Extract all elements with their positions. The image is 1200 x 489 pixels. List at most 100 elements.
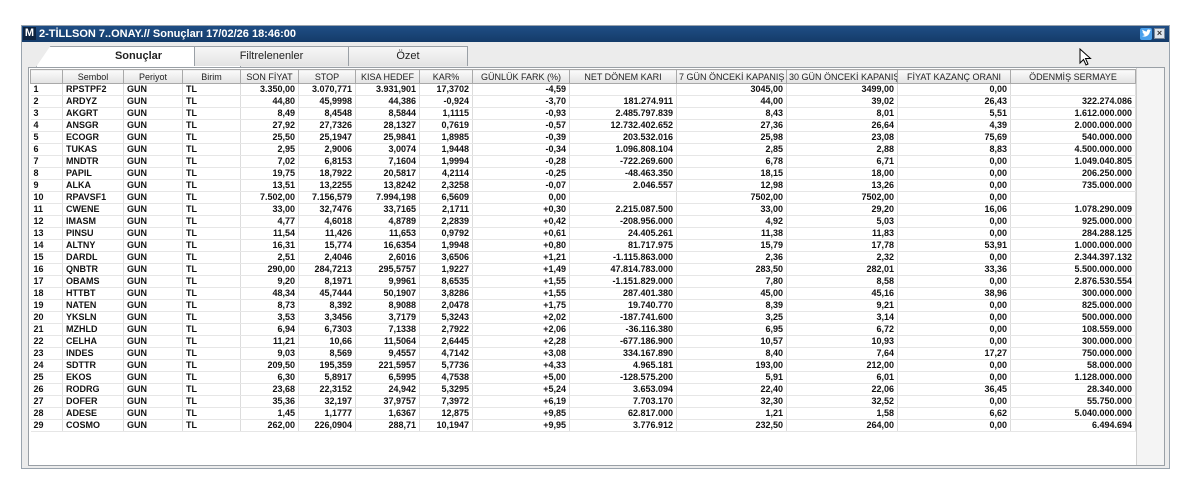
table-cell: 2,88: [786, 143, 898, 156]
column-header[interactable]: FİYAT KAZANÇ ORANI: [897, 69, 1011, 84]
table-row[interactable]: 18 HTTBT GUN TL 48,34 45,7444 50,1907 3,8286 +1,…: [30, 287, 1136, 300]
table-cell: 4,39: [897, 119, 1011, 132]
column-header[interactable]: Birim: [182, 69, 241, 84]
table-row[interactable]: 3 AKGRT GUN TL 8,49 8,4548 8,5844 1,1115 -0,93 2.…: [30, 107, 1136, 120]
table-cell: 16,31: [240, 239, 299, 252]
column-header[interactable]: GÜNLÜK FARK (%): [472, 69, 570, 84]
column-header[interactable]: NET DÖNEM KARI: [569, 69, 677, 84]
table-cell: 3,14: [786, 311, 898, 324]
table-cell: 38,96: [897, 287, 1011, 300]
table-cell: 3.070,771: [298, 83, 356, 96]
table-row[interactable]: 20 YKSLN GUN TL 3,53 3,3456 3,7179 5,3243 +2,02-…: [30, 311, 1136, 324]
table-row[interactable]: 23 INDES GUN TL 9,03 8,569 9,4557 4,7142 +3,08 33…: [30, 347, 1136, 360]
column-header[interactable]: STOP: [298, 69, 356, 84]
table-row[interactable]: 26 RODRG GUN TL 23,68 22,3152 24,942 5,3295 +5,2…: [30, 383, 1136, 396]
table-cell: 44,80: [240, 95, 299, 108]
table-row[interactable]: 9 ALKA GUN TL 13,51 13,2255 13,8242 2,3258 -0,07…: [30, 179, 1136, 192]
table-cell: 18,15: [676, 167, 787, 180]
table-cell: +1,75: [472, 299, 570, 312]
table-cell: TL: [182, 299, 241, 312]
table-row[interactable]: 21 MZHLD GUN TL 6,94 6,7303 7,1338 2,7922 +2,06-…: [30, 323, 1136, 336]
table-cell: 9,03: [240, 347, 299, 360]
table-row[interactable]: 22 CELHA GUN TL 11,21 10,66 11,5064 2,6445 +2,28…: [30, 335, 1136, 348]
table-row[interactable]: 10 RPAVSF1 GUN TL 7.502,00 7.156,579 7.994,198…: [30, 191, 1136, 204]
table-row[interactable]: 14 ALTNY GUN TL 16,31 15,774 16,6354 1,9948 +0,8…: [30, 239, 1136, 252]
table-row[interactable]: 13 PINSU GUN TL 11,54 11,426 11,653 0,9792 +0,61…: [30, 227, 1136, 240]
table-cell: 10,1947: [419, 419, 473, 432]
table-cell: 23,68: [240, 383, 299, 396]
table-cell: +1,49: [472, 263, 570, 276]
table-cell: 50,1907: [355, 287, 420, 300]
table-cell: 14: [30, 239, 63, 252]
column-header[interactable]: 7 GÜN ÖNCEKİ KAPANIŞ: [676, 69, 787, 84]
table-row[interactable]: 7 MNDTR GUN TL 7,02 6,8153 7,1604 1,9994 -0,28 -7…: [30, 155, 1136, 168]
table-cell: +5,00: [472, 371, 570, 384]
tab-ozet[interactable]: Özet: [348, 46, 468, 66]
column-header[interactable]: ÖDENMİŞ SERMAYE: [1010, 69, 1136, 84]
table-row[interactable]: 6 TUKAS GUN TL 2,95 2,9006 3,0074 1,9448 -0,34 1.…: [30, 143, 1136, 156]
table-cell: 33,36: [897, 263, 1011, 276]
table-cell: 8,83: [897, 143, 1011, 156]
table-cell: GUN: [123, 119, 183, 132]
table-cell: 6: [30, 143, 63, 156]
table-cell: TL: [182, 143, 241, 156]
table-row[interactable]: 4 ANSGR GUN TL 27,92 27,7326 28,1327 0,7619 -0,5…: [30, 119, 1136, 132]
twitter-icon[interactable]: [1140, 28, 1152, 40]
close-icon[interactable]: ×: [1154, 28, 1165, 39]
tab-filtrelenenler[interactable]: Filtrelenenler: [194, 46, 349, 66]
column-header[interactable]: [30, 69, 63, 84]
table-row[interactable]: 25 EKOS GUN TL 6,30 5,8917 6,5995 4,7538 +5,00 -1…: [30, 371, 1136, 384]
column-header[interactable]: KAR%: [419, 69, 473, 84]
table-cell: 22,3152: [298, 383, 356, 396]
column-header[interactable]: SON FİYAT: [240, 69, 299, 84]
table-cell: 1,9448: [419, 143, 473, 156]
table-cell: 25,1947: [298, 131, 356, 144]
tab-bar: Sonuçlar Filtrelenenler Özet: [36, 46, 1156, 67]
table-cell: 108.559.000: [1010, 323, 1136, 336]
table-cell: 2,85: [676, 143, 787, 156]
table-cell: 18: [30, 287, 63, 300]
table-cell: 16,6354: [355, 239, 420, 252]
table-cell: 23,08: [786, 131, 898, 144]
table-cell: GUN: [123, 203, 183, 216]
table-row[interactable]: 19 NATEN GUN TL 8,73 8,392 8,9088 2,0478 +1,75 19…: [30, 299, 1136, 312]
table-cell: 24,942: [355, 383, 420, 396]
table-cell: PAPIL: [62, 167, 124, 180]
column-header[interactable]: KISA HEDEF: [355, 69, 420, 84]
table-cell: -187.741.600: [569, 311, 677, 324]
table-cell: GUN: [123, 299, 183, 312]
table-row[interactable]: 24 SDTTR GUN TL 209,50 195,359 221,5957 5,7736 +…: [30, 359, 1136, 372]
table-row[interactable]: 11 CWENE GUN TL 33,00 32,7476 33,7165 2,1711 +0,…: [30, 203, 1136, 216]
table-cell: 6,5609: [419, 191, 473, 204]
table-row[interactable]: 5 ECOGR GUN TL 25,50 25,1947 25,9841 1,8985 -0,3…: [30, 131, 1136, 144]
table-cell: 8,392: [298, 299, 356, 312]
results-window: M 2-TİLLSON 7..ONAY.// Sonuçları 17/02/2…: [21, 25, 1170, 469]
table-cell: 8,5844: [355, 107, 420, 120]
table-cell: CELHA: [62, 335, 124, 348]
table-row[interactable]: 1 RPSTPF2 GUN TL 3.350,00 3.070,771 3.931,901 1…: [30, 83, 1136, 96]
table-cell: 2.344.397.132: [1010, 251, 1136, 264]
table-row[interactable]: 8 PAPIL GUN TL 19,75 18,7922 20,5817 4,2114 -0,2…: [30, 167, 1136, 180]
table-cell: 36,45: [897, 383, 1011, 396]
column-header[interactable]: Periyot: [123, 69, 183, 84]
table-cell: 232,50: [676, 419, 787, 432]
table-row[interactable]: 28 ADESE GUN TL 1,45 1,1777 1,6367 12,875 +9,85 6…: [30, 407, 1136, 420]
column-header[interactable]: Sembol: [62, 69, 124, 84]
table-cell: YKSLN: [62, 311, 124, 324]
table-row[interactable]: 2 ARDYZ GUN TL 44,80 45,9998 44,386 -0,924 -3,70…: [30, 95, 1136, 108]
title-bar: M 2-TİLLSON 7..ONAY.// Sonuçları 17/02/2…: [22, 26, 1169, 42]
table-row[interactable]: 17 OBAMS GUN TL 9,20 8,1971 9,9961 8,6535 +1,55-…: [30, 275, 1136, 288]
table-cell: 1.612.000.000: [1010, 107, 1136, 120]
table-cell: 300.000.000: [1010, 335, 1136, 348]
table-cell: -3,70: [472, 95, 570, 108]
table-cell: 47.814.783.000: [569, 263, 677, 276]
table-row[interactable]: 27 DOFER GUN TL 35,36 32,197 37,9757 7,3972 +6,1…: [30, 395, 1136, 408]
table-row[interactable]: 16 QNBTR GUN TL 290,00 284,7213 295,5757 1,9227…: [30, 263, 1136, 276]
table-row[interactable]: 29 COSMO GUN TL 262,00 226,0904 288,71 10,1947 +…: [30, 419, 1136, 432]
table-cell: 7,1604: [355, 155, 420, 168]
column-header[interactable]: 30 GÜN ÖNCEKİ KAPANIŞ: [786, 69, 898, 84]
table-row[interactable]: 15 DARDL GUN TL 2,51 2,4046 2,6016 3,6506 +1,21-…: [30, 251, 1136, 264]
table-cell: 17,27: [897, 347, 1011, 360]
table-row[interactable]: 12 IMASM GUN TL 4,77 4,6018 4,8789 2,2839 +0,42-…: [30, 215, 1136, 228]
table-cell: TL: [182, 359, 241, 372]
